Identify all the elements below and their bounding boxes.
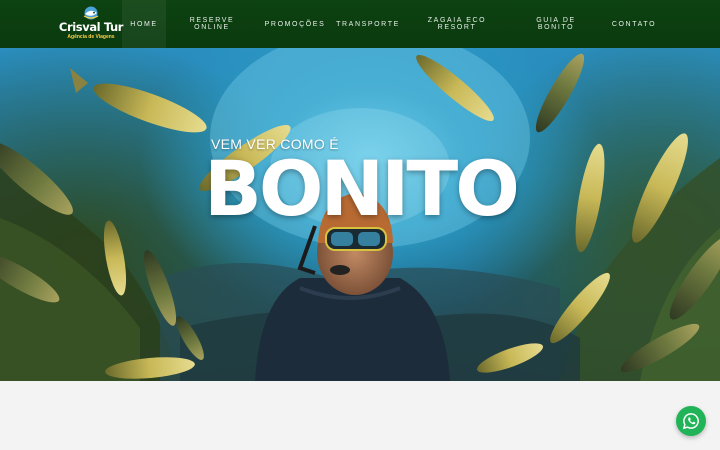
nav-promocoes[interactable]: PROMOÇÕES [262,0,328,48]
fish-logo-icon [83,6,99,20]
hero-banner: VEM VER COMO É BONITO [0,48,720,381]
hero-title: BONITO [204,144,520,233]
nav-home-label: HOME [130,20,158,28]
nav-contato-label: CONTATO [611,20,657,28]
nav-transporte[interactable]: TRANSPORTE [334,0,402,48]
nav-guia-label-line1: GUIA DE [536,17,576,24]
nav-home[interactable]: HOME [122,0,166,48]
brand-logo[interactable]: Crisval Tur Agência de Viagens [58,4,124,44]
nav-guia-de-bonito[interactable]: GUIA DE BONITO [528,0,584,48]
nav-contato[interactable]: CONTATO [606,0,662,48]
nav-promocoes-label: PROMOÇÕES [264,20,326,28]
whatsapp-chat-button[interactable] [676,406,706,436]
brand-name: Crisval Tur [58,20,124,34]
nav-zagaia-label-line1: ZAGAIA ECO [427,17,487,24]
nav-transporte-label: TRANSPORTE [336,20,400,28]
nav-reserve-online[interactable]: RESERVE ONLINE [182,0,242,48]
top-navbar: Crisval Tur Agência de Viagens HOME RESE… [0,0,720,48]
nav-zagaia-label-line2: RESORT [437,24,477,31]
nav-reserve-online-label-line1: RESERVE [189,17,235,24]
nav-zagaia-eco-resort[interactable]: ZAGAIA ECO RESORT [420,0,494,48]
content-section [0,381,720,450]
whatsapp-icon [682,413,699,430]
brand-tagline: Agência de Viagens [67,34,115,40]
nav-guia-label-line2: BONITO [537,24,575,31]
nav-reserve-online-label-line2: ONLINE [194,24,230,31]
